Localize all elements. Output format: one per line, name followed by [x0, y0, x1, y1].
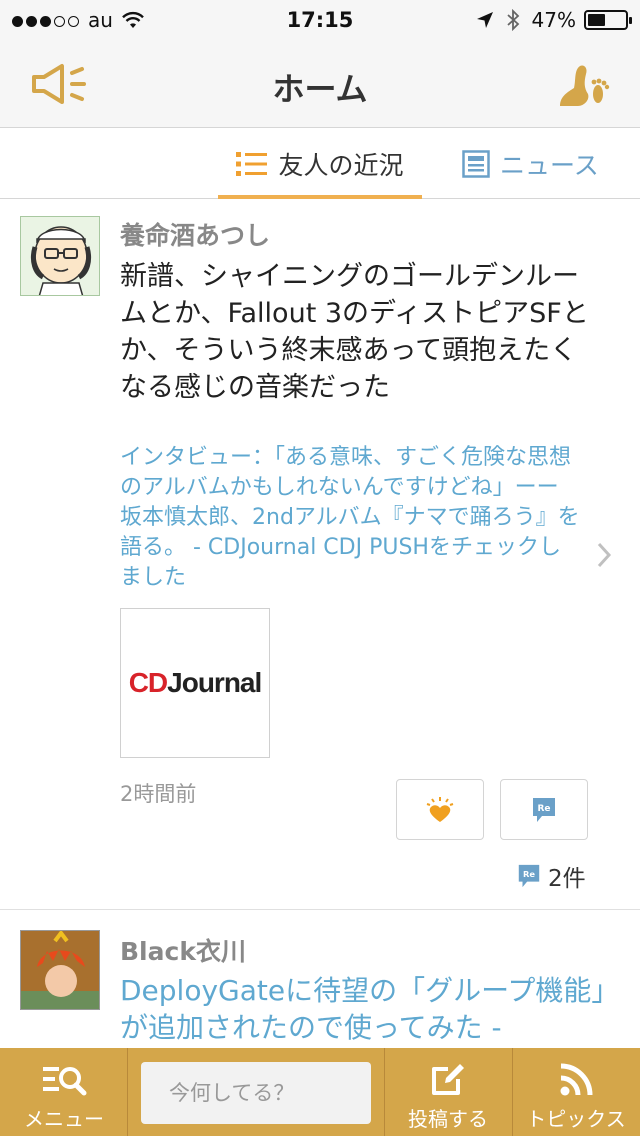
avatar[interactable] [20, 216, 100, 296]
link-thumbnail[interactable]: CDJournal [120, 608, 270, 758]
rss-icon [560, 1063, 593, 1096]
chevron-right-icon[interactable] [596, 542, 612, 568]
cdjournal-logo: CDJournal [128, 667, 263, 698]
post-button[interactable]: 投稿する [384, 1048, 512, 1136]
page-title: ホーム [272, 70, 368, 108]
list-icon [236, 152, 268, 176]
footprint-button[interactable] [554, 58, 614, 112]
feed-item[interactable]: Black衣川 DeployGateに待望の「グループ機能」が追加されたので使っ… [0, 910, 640, 1048]
svg-text:Re: Re [523, 869, 535, 879]
tab-news-label: ニュース [500, 151, 599, 180]
shared-link[interactable]: DeployGateに待望の「グループ機能」が追加されたので使ってみた - [120, 972, 610, 1046]
reply-count-label: 2件 [548, 866, 586, 892]
reply-button[interactable]: Re [500, 779, 588, 840]
menu-button[interactable]: メニュー [0, 1048, 128, 1136]
status-input[interactable] [141, 1062, 371, 1124]
battery-icon [584, 10, 632, 30]
active-tab-indicator [218, 195, 422, 199]
bottom-toolbar: メニュー 投稿する トピックス [0, 1048, 640, 1136]
post-username[interactable]: 養命酒あつし [120, 216, 270, 252]
tab-friends-label: 友人の近況 [278, 151, 404, 180]
post-username[interactable]: Black衣川 [120, 932, 246, 968]
menu-label: メニュー [24, 1107, 104, 1131]
status-right: 47% [476, 8, 632, 32]
reply-icon: Re [533, 797, 555, 822]
like-button[interactable] [396, 779, 484, 840]
heart-icon [426, 796, 454, 822]
nav-bar: ホーム [0, 40, 640, 128]
shared-link[interactable]: インタビュー：「ある意味、すごく危険な思想のアルバムかもしれないんですけどね」ー… [120, 443, 580, 593]
status-bar: au 17:15 47% [0, 0, 640, 40]
feed-item[interactable]: 養命酒あつし 新譜、シャイニングのゴールデンルームとか、Fallout 3のディ… [0, 200, 640, 910]
footprint-icon [560, 65, 610, 106]
tab-friends-updates[interactable]: 友人の近況 [218, 129, 422, 199]
toolbar-divider [127, 1048, 128, 1136]
compose-icon [432, 1064, 464, 1095]
menu-search-icon [43, 1067, 87, 1096]
post-text: 新譜、シャイニングのゴールデンルームとか、Fallout 3のディストピアSFと… [120, 261, 589, 403]
avatar-illustration [21, 217, 99, 295]
location-arrow-icon [476, 12, 493, 28]
topics-label: トピックス [526, 1107, 626, 1131]
tab-news[interactable]: ニュース [462, 129, 622, 199]
topics-button[interactable]: トピックス [512, 1048, 640, 1136]
battery-percent: 47% [531, 8, 576, 32]
post-timestamp: 2時間前 [120, 782, 197, 806]
post-label: 投稿する [408, 1107, 488, 1131]
tab-bar: 友人の近況 ニュース [0, 129, 640, 199]
svg-text:Re: Re [537, 804, 550, 814]
avatar[interactable] [20, 930, 100, 1010]
reply-count[interactable]: Re 2件 [516, 859, 586, 893]
avatar-photo [21, 931, 99, 1009]
activity-feed: 養命酒あつし 新譜、シャイニングのゴールデンルームとか、Fallout 3のディ… [0, 200, 640, 1048]
reply-count-icon: Re [518, 864, 540, 888]
bluetooth-icon [506, 9, 519, 31]
newspaper-icon [462, 150, 490, 178]
